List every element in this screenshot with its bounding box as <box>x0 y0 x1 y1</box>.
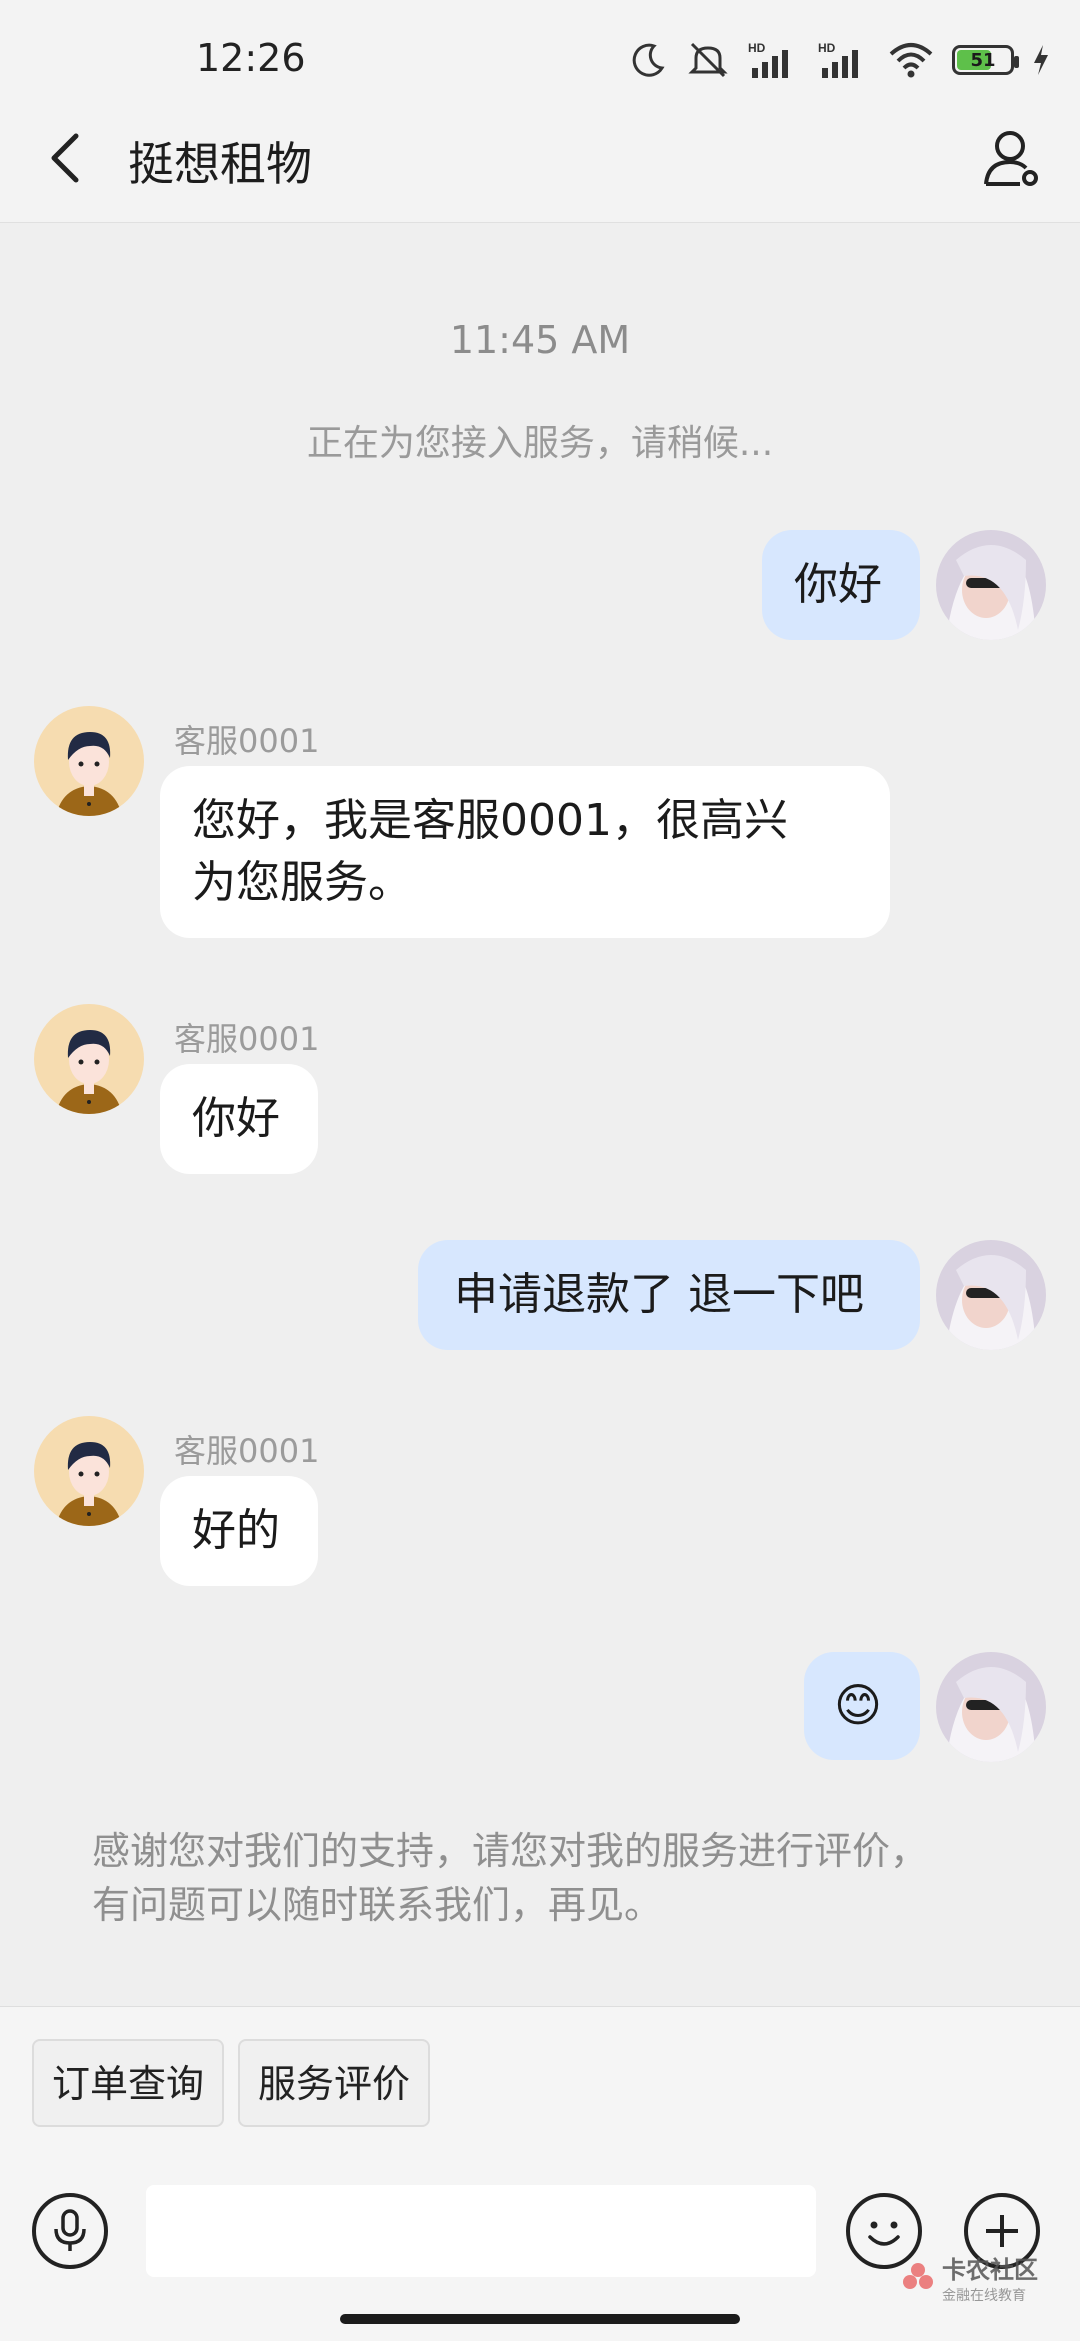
message-text: 申请退款了 退一下吧 <box>454 1269 864 1320</box>
flower-logo-icon <box>903 2262 933 2289</box>
closing-line: 有问题可以随时联系我们，再见。 <box>92 1883 663 1927</box>
mute-icon <box>688 42 728 78</box>
sender-name: 客服0001 <box>174 1020 320 1058</box>
moon-icon <box>632 43 665 77</box>
chevron-left-icon[interactable] <box>38 128 98 188</box>
app-header: 挺想租物 <box>0 100 1080 223</box>
page-title: 挺想租物 <box>128 137 312 191</box>
my-message-bubble[interactable]: 申请退款了 退一下吧 <box>418 1240 920 1350</box>
my-avatar[interactable] <box>936 1652 1046 1762</box>
message-text: 你好 <box>192 1093 280 1144</box>
message-text: 为您服务。 <box>192 857 412 908</box>
user-settings-icon[interactable] <box>980 126 1044 190</box>
watermark-subtext: 金融在线教育 <box>942 2288 1026 2304</box>
message-input[interactable] <box>146 2185 816 2277</box>
order-query-button[interactable]: 订单查询 <box>32 2039 225 2127</box>
smiling-face-emoji: 😊 <box>834 1678 882 1732</box>
watermark-logo: 卡农社区 金融在线教育 <box>900 2250 1038 2305</box>
charging-icon <box>1034 45 1048 75</box>
message-text: 您好，我是客服0001，很高兴 <box>192 795 788 846</box>
closing-line: 感谢您对我们的支持，请您对我的服务进行评价， <box>92 1829 929 1873</box>
closing-system-message: 感谢您对我们的支持，请您对我的服务进行评价， 有问题可以随时联系我们，再见。 <box>92 1824 992 1932</box>
service-rating-button[interactable]: 服务评价 <box>238 2039 431 2127</box>
status-icons: HD HD 51 <box>628 40 1050 80</box>
status-time: 12:26 <box>196 36 306 80</box>
agent-message-bubble[interactable]: 你好 <box>160 1064 318 1174</box>
sender-name: 客服0001 <box>174 1432 320 1470</box>
my-avatar[interactable] <box>936 530 1046 640</box>
chat-timestamp: 11:45 AM <box>449 318 631 362</box>
signal-hd-icon: HD <box>748 41 788 78</box>
agent-message-bubble[interactable]: 好的 <box>160 1476 318 1586</box>
battery-icon: 51 <box>952 45 1019 75</box>
watermark-text: 卡农社区 <box>942 2256 1038 2284</box>
my-message-bubble[interactable]: 😊 <box>804 1652 920 1760</box>
system-note: 正在为您接入服务，请稍候... <box>306 423 774 464</box>
sender-name: 客服0001 <box>174 722 320 760</box>
microphone-icon[interactable] <box>32 2193 108 2269</box>
message-text: 你好 <box>794 559 882 610</box>
svg-text:HD: HD <box>818 41 836 55</box>
my-message-bubble[interactable]: 你好 <box>762 530 920 640</box>
signal-hd-icon: HD <box>818 41 858 78</box>
agent-message-bubble[interactable]: 您好，我是客服0001，很高兴 为您服务。 <box>160 766 890 938</box>
my-avatar[interactable] <box>936 1240 1046 1350</box>
agent-avatar[interactable] <box>34 706 144 816</box>
message-text: 好的 <box>192 1505 280 1556</box>
home-indicator[interactable] <box>340 2314 740 2324</box>
agent-avatar[interactable] <box>34 1416 144 1526</box>
wifi-icon <box>889 43 933 78</box>
agent-avatar[interactable] <box>34 1004 144 1114</box>
svg-text:HD: HD <box>748 41 766 55</box>
